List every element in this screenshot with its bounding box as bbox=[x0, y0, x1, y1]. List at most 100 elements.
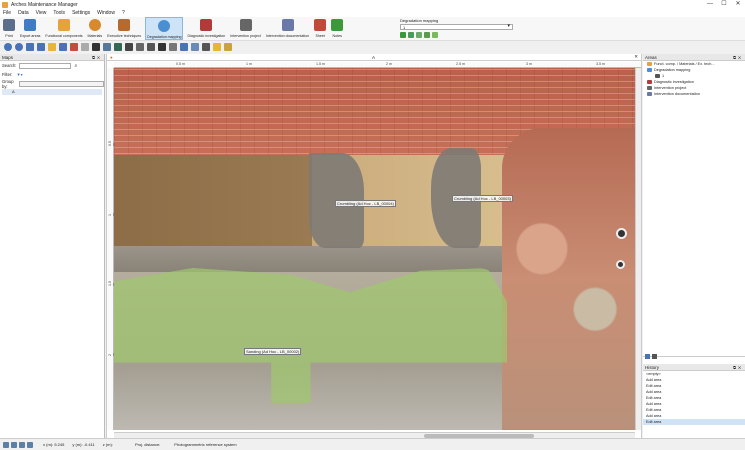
group-by-select[interactable] bbox=[19, 80, 104, 87]
wall-photograph[interactable]: Crumbling (Ad Hoc - LB_00004) Crumbling … bbox=[114, 68, 635, 430]
ruler-top-label: 3 m bbox=[526, 62, 532, 66]
line-icon[interactable] bbox=[125, 43, 133, 51]
app-icon bbox=[2, 1, 8, 8]
ruler-top-label: 3.5 m bbox=[596, 62, 605, 66]
areas-tree: Funct. comp. / Materials / Ex. tech... D… bbox=[643, 61, 745, 357]
map-close-icon[interactable]: ✕ bbox=[634, 54, 638, 60]
intervention-project-button[interactable]: Intervention project bbox=[229, 17, 262, 40]
split-icon[interactable] bbox=[432, 32, 438, 38]
maps-panel-title: Maps bbox=[2, 54, 14, 60]
merge-icon[interactable] bbox=[180, 43, 188, 51]
functional-components-button[interactable]: Functional components bbox=[44, 17, 83, 40]
rectangle-icon[interactable] bbox=[114, 43, 122, 51]
subtract-icon[interactable] bbox=[191, 43, 199, 51]
menu-view[interactable]: View bbox=[36, 10, 47, 16]
annotation-label[interactable]: Sanding (Ad Hoc - LB_00002) bbox=[244, 348, 302, 355]
refresh-icon[interactable] bbox=[4, 43, 12, 51]
maps-panel: Maps ⧉✕ Search: ⌕ Filter: ▼▾ Group by: A bbox=[0, 54, 105, 438]
x-coordinate: x (m): 5.245 bbox=[43, 442, 65, 447]
properties-icon[interactable] bbox=[224, 43, 232, 51]
group-by-row: Group by: bbox=[0, 79, 104, 89]
degradation-mapping-select[interactable]: 1 bbox=[400, 24, 513, 30]
search-icon[interactable]: ⌕ bbox=[74, 63, 77, 69]
panel-controls-icon[interactable]: ⧉✕ bbox=[733, 55, 743, 60]
delete-icon[interactable] bbox=[158, 43, 166, 51]
move-vertical-icon[interactable] bbox=[26, 43, 34, 51]
curve-icon[interactable] bbox=[136, 43, 144, 51]
panel-controls-icon[interactable]: ⧉✕ bbox=[733, 365, 743, 370]
folder-icon[interactable] bbox=[48, 43, 56, 51]
menu-tools[interactable]: Tools bbox=[53, 10, 65, 16]
title-bar: Arches Maintenance Manager — ☐ ✕ bbox=[0, 0, 745, 9]
pencil-icon bbox=[331, 19, 344, 31]
zoom-control-icon[interactable] bbox=[616, 260, 625, 269]
grid-icon[interactable] bbox=[3, 441, 9, 448]
pan-control-icon[interactable] bbox=[616, 228, 627, 239]
export-areas-button[interactable]: Export areas bbox=[19, 17, 41, 40]
history-item[interactable]: Edit area bbox=[643, 419, 745, 425]
materials-button[interactable]: Materials bbox=[87, 17, 104, 40]
areas-mini-toolbar bbox=[645, 354, 659, 359]
print-button[interactable]: Print bbox=[2, 17, 16, 40]
ribbon-toolbar: Print Export areas Functional components… bbox=[0, 17, 745, 41]
intersect-icon[interactable] bbox=[202, 43, 210, 51]
ruler-top-label: 2.5 m bbox=[456, 62, 465, 66]
draw-line-icon[interactable] bbox=[408, 32, 414, 38]
notes-button[interactable]: Notes bbox=[330, 17, 344, 40]
status-bar: x (m): 5.245 y (m): -0.411 z (m): Proj. … bbox=[0, 438, 745, 450]
layer-icon[interactable] bbox=[213, 43, 221, 51]
move-horizontal-icon[interactable] bbox=[37, 43, 45, 51]
export-icon[interactable] bbox=[652, 354, 657, 359]
areas-panel: Areas ⧉✕ Funct. comp. / Materials / Ex. … bbox=[643, 54, 745, 438]
copy-icon[interactable] bbox=[169, 43, 177, 51]
reference-system: Photogrammetric reference system bbox=[174, 442, 237, 447]
point-icon[interactable] bbox=[147, 43, 155, 51]
menu-window[interactable]: Window bbox=[97, 10, 115, 16]
table-icon[interactable] bbox=[416, 32, 422, 38]
panel-controls-icon[interactable]: ⧉✕ bbox=[92, 55, 102, 60]
books-icon bbox=[314, 19, 327, 31]
annotation-label[interactable]: Crumbling (Ad Hoc - LB_00004) bbox=[335, 200, 396, 207]
snap-icon[interactable] bbox=[11, 441, 17, 448]
menu-bar: File Data View Tools Settings Window ? bbox=[0, 9, 745, 17]
menu-file[interactable]: File bbox=[3, 10, 11, 16]
menu-help[interactable]: ? bbox=[122, 10, 125, 16]
undo-icon[interactable] bbox=[70, 43, 78, 51]
degradation-mapping-button[interactable]: Degradation mapping bbox=[145, 17, 184, 40]
intervention-documentation-button[interactable]: Intervention documentation bbox=[265, 17, 310, 40]
layers-icon[interactable] bbox=[645, 354, 650, 359]
camera-icon[interactable] bbox=[27, 441, 33, 448]
y-coordinate: y (m): -0.411 bbox=[72, 442, 95, 447]
areas-panel-title: Areas bbox=[645, 54, 657, 60]
menu-data[interactable]: Data bbox=[18, 10, 29, 16]
diagnostic-investigation-button[interactable]: Diagnostic investigation bbox=[186, 17, 226, 40]
pointer-icon[interactable] bbox=[92, 43, 100, 51]
sheet-button[interactable]: Sheet bbox=[313, 17, 327, 40]
document-icon bbox=[647, 92, 652, 96]
trowel-icon bbox=[239, 19, 252, 31]
filter-icon[interactable]: ▼▾ bbox=[16, 72, 22, 77]
polygon-icon[interactable] bbox=[103, 43, 111, 51]
map-tree-item[interactable]: A bbox=[2, 89, 102, 95]
add-icon[interactable] bbox=[400, 32, 406, 38]
ruler-top-label: 0.5 m bbox=[176, 62, 185, 66]
annotation-label[interactable]: Crumbling (Ad Hoc - LB_00003) bbox=[452, 195, 513, 202]
redo-icon[interactable] bbox=[81, 43, 89, 51]
search-input[interactable] bbox=[19, 62, 72, 69]
frame-icon[interactable] bbox=[59, 43, 67, 51]
measure-icon[interactable] bbox=[19, 441, 25, 448]
printer-icon bbox=[3, 19, 15, 31]
edit-icon[interactable] bbox=[424, 32, 430, 38]
executive-techniques-button[interactable]: Executive techniques bbox=[106, 17, 142, 40]
close-button[interactable]: ✕ bbox=[731, 0, 745, 9]
maximize-button[interactable]: ☐ bbox=[717, 0, 731, 9]
menu-settings[interactable]: Settings bbox=[72, 10, 90, 16]
degradation-mapping-group: Degradation mapping 1 bbox=[400, 18, 513, 38]
tree-item-intervention-documentation[interactable]: Intervention documentation bbox=[643, 91, 745, 97]
map-vertical-scrollbar[interactable] bbox=[635, 68, 641, 430]
hammer-icon bbox=[118, 19, 131, 31]
minimize-button[interactable]: — bbox=[703, 0, 717, 9]
layer-icon bbox=[655, 74, 660, 78]
search-label: Search: bbox=[2, 63, 17, 68]
rotate-icon[interactable] bbox=[15, 43, 23, 51]
